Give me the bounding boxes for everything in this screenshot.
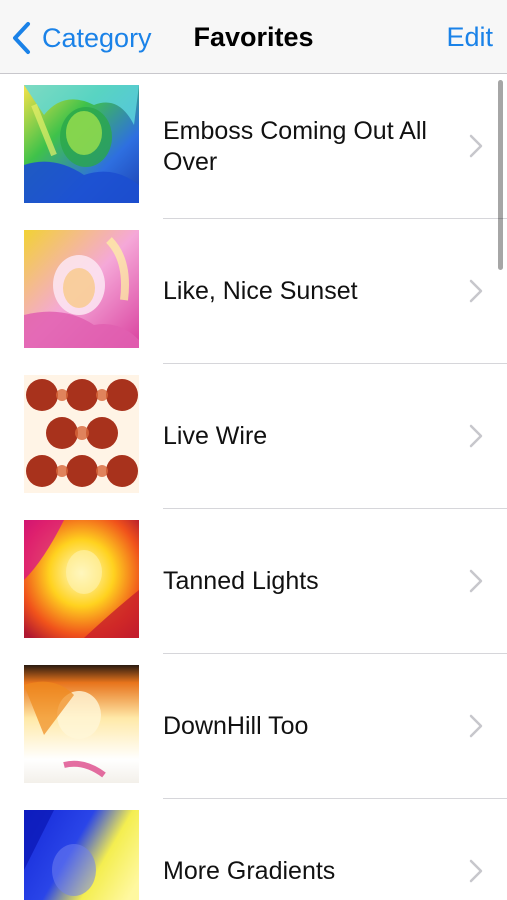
thumbnail-image: [24, 85, 139, 203]
back-button-label: Category: [42, 22, 152, 53]
list-item-title: More Gradients: [163, 857, 336, 885]
chevron-right-icon: [469, 134, 483, 158]
list-item-title: DownHill Too: [163, 712, 309, 740]
chevron-right-icon: [469, 569, 483, 593]
thumbnail-image: [24, 520, 139, 638]
list-item[interactable]: Emboss Coming Out All Over: [0, 74, 507, 219]
list-item-title: Live Wire: [163, 422, 268, 450]
thumbnail-image: [24, 665, 139, 783]
thumbnail-image: [24, 810, 139, 900]
list-item[interactable]: More Gradients: [0, 799, 507, 900]
chevron-right-icon: [469, 859, 483, 883]
list-item-title: Tanned Lights: [163, 567, 319, 595]
app-screen: Category Favorites Edit Emboss Coming Ou…: [0, 0, 507, 900]
chevron-left-icon: [13, 22, 30, 54]
chevron-right-icon: [469, 279, 483, 303]
scrollbar[interactable]: [498, 80, 503, 270]
list-item[interactable]: DownHill Too: [0, 654, 507, 799]
list-item[interactable]: Tanned Lights: [0, 509, 507, 654]
thumbnail-image: [24, 230, 139, 348]
list-item-title: Like, Nice Sunset: [163, 277, 358, 305]
list-item-title: Emboss Coming Out All Over: [163, 116, 427, 176]
edit-button[interactable]: Edit: [446, 22, 493, 53]
back-button[interactable]: Category: [10, 18, 152, 58]
chevron-right-icon: [469, 424, 483, 448]
list-item[interactable]: Live Wire: [0, 364, 507, 509]
page-title: Favorites: [193, 22, 314, 52]
thumbnail-image: [24, 375, 139, 493]
chevron-right-icon: [469, 714, 483, 738]
navigation-bar: Category Favorites Edit: [0, 0, 507, 74]
favorites-list[interactable]: Emboss Coming Out All Over Like, Nice Su…: [0, 74, 507, 900]
list-item[interactable]: Like, Nice Sunset: [0, 219, 507, 364]
